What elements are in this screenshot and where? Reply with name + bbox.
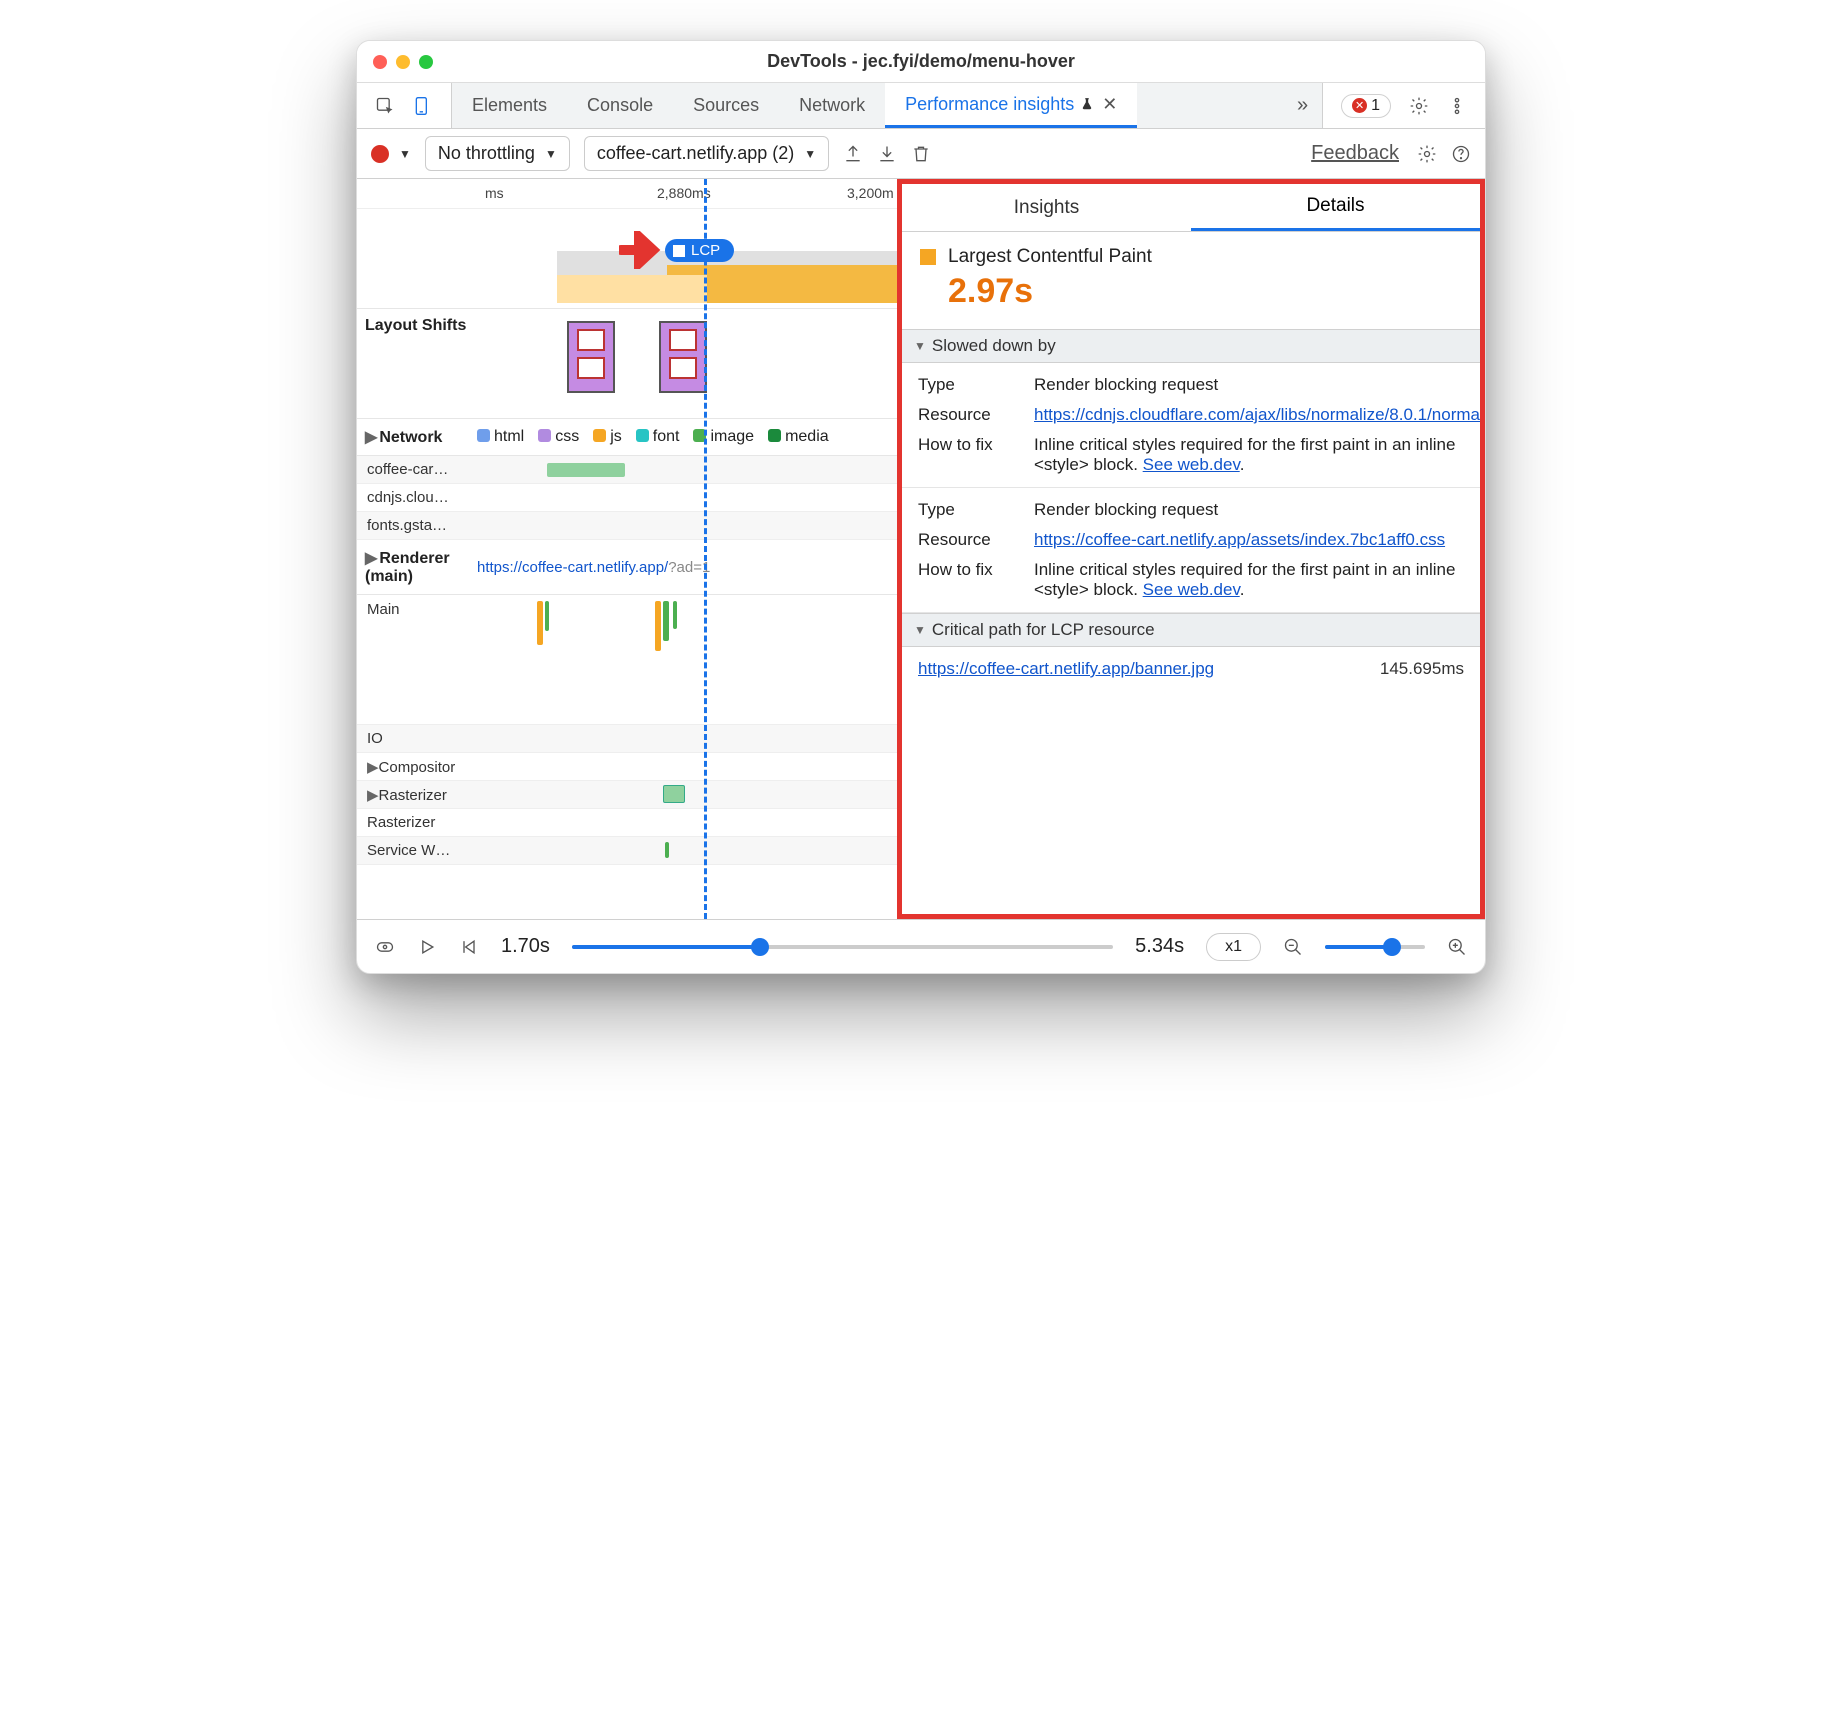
flask-icon bbox=[1080, 96, 1094, 112]
main-thread-row[interactable]: Main bbox=[357, 595, 897, 725]
record-button[interactable]: ▼ bbox=[371, 145, 411, 163]
chevron-down-icon[interactable]: ▼ bbox=[399, 147, 411, 161]
network-row[interactable]: coffee-car… bbox=[357, 456, 897, 484]
network-section-header[interactable]: ▶Network html css js font image media bbox=[357, 419, 897, 456]
content-area: ms 2,880ms 3,200m LCP Layout Shifts bbox=[357, 179, 1485, 919]
layout-shift-thumb[interactable] bbox=[659, 321, 707, 393]
critical-path-row: https://coffee-cart.netlify.app/banner.j… bbox=[902, 647, 1480, 691]
annotation-arrow-icon bbox=[619, 231, 665, 269]
help-icon[interactable] bbox=[1451, 144, 1471, 164]
renderer-url[interactable]: https://coffee-cart.netlify.app/?ad=1 bbox=[477, 559, 710, 576]
throttling-select[interactable]: No throttling ▼ bbox=[425, 136, 570, 171]
recording-select[interactable]: coffee-cart.netlify.app (2) ▼ bbox=[584, 136, 829, 171]
trash-icon[interactable] bbox=[911, 144, 931, 164]
lcp-badge[interactable]: LCP bbox=[665, 239, 734, 262]
tab-sources[interactable]: Sources bbox=[673, 83, 779, 128]
window-controls bbox=[373, 55, 433, 69]
export-icon[interactable] bbox=[843, 144, 863, 164]
renderer-section-header[interactable]: ▶Renderer (main) https://coffee-cart.net… bbox=[357, 540, 897, 595]
see-web-dev-link[interactable]: See web.dev bbox=[1143, 455, 1240, 474]
zoom-level[interactable]: x1 bbox=[1206, 933, 1261, 961]
compositor-row[interactable]: ▶Compositor bbox=[357, 753, 897, 781]
timeline-ruler[interactable]: ms 2,880ms 3,200m bbox=[357, 179, 897, 209]
import-icon[interactable] bbox=[877, 144, 897, 164]
chevron-down-icon: ▼ bbox=[804, 147, 816, 161]
critical-resource-link[interactable]: https://coffee-cart.netlify.app/banner.j… bbox=[918, 659, 1380, 679]
inspect-icon[interactable] bbox=[375, 96, 395, 116]
record-dot-icon bbox=[371, 145, 389, 163]
playback-start-time: 1.70s bbox=[501, 935, 550, 958]
playback-range-slider[interactable] bbox=[572, 945, 1113, 949]
tab-details[interactable]: Details bbox=[1191, 184, 1480, 231]
playback-end-time: 5.34s bbox=[1135, 935, 1184, 958]
details-pane: Insights Details Largest Contentful Pain… bbox=[897, 179, 1485, 919]
timeline-pane: ms 2,880ms 3,200m LCP Layout Shifts bbox=[357, 179, 897, 919]
skip-back-icon[interactable] bbox=[459, 937, 479, 957]
rasterizer-row[interactable]: Rasterizer bbox=[357, 809, 897, 837]
resource-link[interactable]: https://cdnjs.cloudflare.com/ajax/libs/n… bbox=[1034, 405, 1485, 424]
critical-path-section-header[interactable]: ▼ Critical path for LCP resource bbox=[902, 613, 1480, 647]
error-dot-icon: ✕ bbox=[1352, 98, 1367, 113]
maximize-window-button[interactable] bbox=[419, 55, 433, 69]
close-window-button[interactable] bbox=[373, 55, 387, 69]
tab-console[interactable]: Console bbox=[567, 83, 673, 128]
titlebar: DevTools - jec.fyi/demo/menu-hover bbox=[357, 41, 1485, 83]
more-tabs-chevron-icon[interactable]: » bbox=[1283, 83, 1322, 128]
network-row[interactable]: cdnjs.clou… bbox=[357, 484, 897, 512]
error-count-badge[interactable]: ✕ 1 bbox=[1341, 94, 1391, 118]
rasterizer-row[interactable]: ▶Rasterizer bbox=[357, 781, 897, 809]
feedback-link[interactable]: Feedback bbox=[1311, 142, 1399, 165]
playback-footer: 1.70s 5.34s x1 bbox=[357, 919, 1485, 973]
network-row[interactable]: fonts.gsta… bbox=[357, 512, 897, 540]
tab-elements[interactable]: Elements bbox=[452, 83, 567, 128]
panel-tabbar: Elements Console Sources Network Perform… bbox=[357, 83, 1485, 129]
network-legend: html css js font image media bbox=[477, 428, 829, 446]
layout-shift-thumb[interactable] bbox=[567, 321, 615, 393]
settings-gear-icon[interactable] bbox=[1417, 144, 1437, 164]
metric-name: Largest Contentful Paint bbox=[948, 246, 1152, 268]
square-icon bbox=[920, 249, 936, 265]
network-rows: coffee-car… cdnjs.clou… fonts.gsta… bbox=[357, 456, 897, 540]
insights-toolbar: ▼ No throttling ▼ coffee-cart.netlify.ap… bbox=[357, 129, 1485, 179]
devtools-window: DevTools - jec.fyi/demo/menu-hover Eleme… bbox=[356, 40, 1486, 974]
insights-details-tabs: Insights Details bbox=[902, 184, 1480, 232]
tab-network[interactable]: Network bbox=[779, 83, 885, 128]
tab-insights[interactable]: Insights bbox=[902, 184, 1191, 231]
gear-icon[interactable] bbox=[1409, 96, 1429, 116]
triangle-down-icon: ▼ bbox=[914, 623, 926, 637]
slowed-down-section-header[interactable]: ▼ Slowed down by bbox=[902, 329, 1480, 363]
service-worker-row[interactable]: Service W… bbox=[357, 837, 897, 865]
see-web-dev-link[interactable]: See web.dev bbox=[1143, 580, 1240, 599]
io-row[interactable]: IO bbox=[357, 725, 897, 753]
triangle-down-icon: ▼ bbox=[914, 339, 926, 353]
chevron-down-icon: ▼ bbox=[545, 147, 557, 161]
layout-shifts-section: Layout Shifts bbox=[357, 309, 897, 419]
square-icon bbox=[673, 245, 685, 257]
lcp-metric-header: Largest Contentful Paint 2.97s bbox=[902, 232, 1480, 329]
minimize-window-button[interactable] bbox=[396, 55, 410, 69]
zoom-in-icon[interactable] bbox=[1447, 937, 1467, 957]
critical-time: 145.695ms bbox=[1380, 659, 1464, 679]
slowed-block: TypeRender blocking request Resourcehttp… bbox=[902, 488, 1480, 613]
resource-link[interactable]: https://coffee-cart.netlify.app/assets/i… bbox=[1034, 530, 1445, 549]
slowed-block: TypeRender blocking request Resourcehttp… bbox=[902, 363, 1480, 488]
zoom-slider[interactable] bbox=[1325, 945, 1425, 949]
zoom-out-icon[interactable] bbox=[1283, 937, 1303, 957]
play-icon[interactable] bbox=[417, 937, 437, 957]
tab-performance-insights[interactable]: Performance insights ✕ bbox=[885, 83, 1137, 128]
device-toolbar-icon[interactable] bbox=[413, 96, 433, 116]
window-title: DevTools - jec.fyi/demo/menu-hover bbox=[357, 51, 1485, 72]
kebab-menu-icon[interactable] bbox=[1447, 96, 1467, 116]
close-tab-icon[interactable]: ✕ bbox=[1102, 94, 1117, 115]
flame-overview[interactable]: LCP bbox=[357, 209, 897, 309]
eye-icon[interactable] bbox=[375, 937, 395, 957]
metric-value: 2.97s bbox=[948, 272, 1462, 311]
